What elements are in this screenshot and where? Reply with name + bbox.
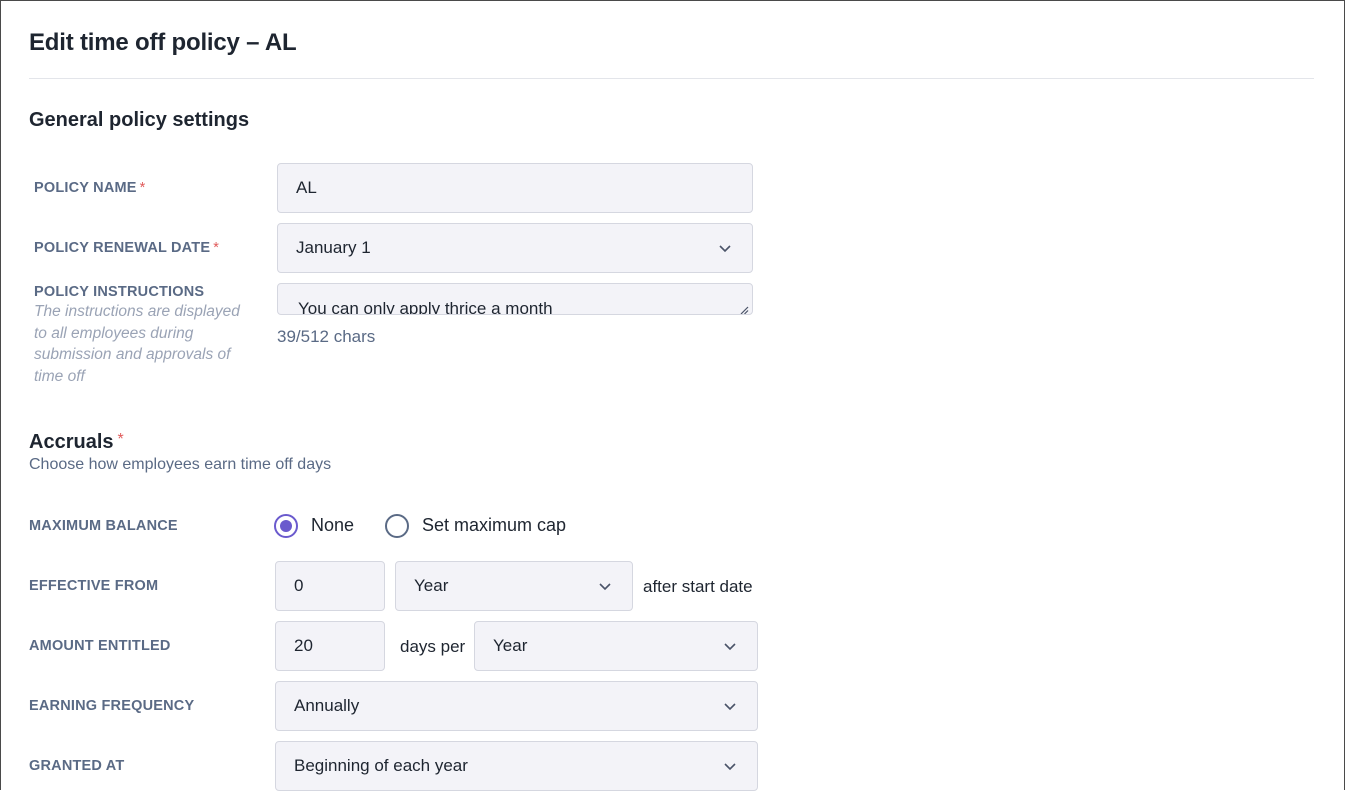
- granted-at-select[interactable]: Beginning of each year: [275, 741, 758, 791]
- amount-entitled-unit-select[interactable]: Year: [474, 621, 758, 671]
- title-divider: [29, 78, 1314, 79]
- effective-from-amount-value: 0: [294, 576, 304, 595]
- char-counter: 39/512 chars: [277, 327, 376, 346]
- chevron-down-icon: [723, 639, 737, 653]
- radio-set-maximum-cap-label[interactable]: Set maximum cap: [422, 515, 566, 536]
- radio-none-label[interactable]: None: [311, 515, 354, 536]
- granted-at-value: Beginning of each year: [294, 756, 468, 775]
- chevron-down-icon: [598, 579, 612, 593]
- amount-entitled-value: 20: [294, 636, 313, 655]
- radio-set-maximum-cap[interactable]: [385, 514, 409, 538]
- chevron-down-icon: [718, 241, 732, 255]
- effective-from-unit-select[interactable]: Year: [395, 561, 633, 611]
- earning-frequency-label: EARNING FREQUENCY: [29, 698, 195, 714]
- instructions-value: You can only apply thrice a month: [298, 299, 553, 315]
- granted-at-label: GRANTED AT: [29, 758, 125, 774]
- effective-from-suffix: after start date: [643, 577, 753, 596]
- amount-entitled-unit-value: Year: [493, 636, 528, 655]
- renewal-date-label-text: POLICY RENEWAL DATE: [34, 240, 211, 256]
- earning-frequency-select[interactable]: Annually: [275, 681, 758, 731]
- edit-policy-panel: Edit time off policy – AL General policy…: [0, 0, 1345, 791]
- accruals-heading-text: Accruals: [29, 431, 114, 453]
- policy-name-label: POLICY NAME *: [34, 180, 145, 196]
- resize-handle-icon[interactable]: [739, 302, 749, 314]
- earning-frequency-value: Annually: [294, 696, 360, 715]
- accruals-subtitle: Choose how employees earn time off days: [29, 456, 332, 473]
- amount-entitled-connector: days per: [400, 637, 466, 656]
- chevron-down-icon: [723, 699, 737, 713]
- effective-from-unit-value: Year: [414, 576, 449, 595]
- instructions-label: POLICY INSTRUCTIONS: [34, 284, 205, 300]
- required-marker: *: [139, 180, 146, 196]
- policy-name-input[interactable]: AL: [277, 163, 753, 213]
- radio-none[interactable]: [274, 514, 298, 538]
- policy-name-label-text: POLICY NAME: [34, 180, 137, 196]
- page-title: Edit time off policy – AL: [29, 29, 297, 56]
- renewal-date-value: January 1: [296, 238, 371, 257]
- renewal-date-select[interactable]: January 1: [277, 223, 753, 273]
- amount-entitled-input[interactable]: 20: [275, 621, 385, 671]
- policy-name-value: AL: [296, 178, 317, 197]
- required-marker: *: [117, 431, 124, 448]
- chevron-down-icon: [723, 759, 737, 773]
- amount-entitled-label: AMOUNT ENTITLED: [29, 638, 171, 654]
- effective-from-label: EFFECTIVE FROM: [29, 578, 159, 594]
- instructions-help-text: The instructions are displayed to all em…: [34, 303, 240, 385]
- maximum-balance-label: MAXIMUM BALANCE: [29, 518, 178, 534]
- accruals-heading: Accruals *: [29, 431, 124, 454]
- effective-from-amount-input[interactable]: 0: [275, 561, 385, 611]
- required-marker: *: [213, 240, 220, 256]
- instructions-textarea[interactable]: You can only apply thrice a month: [277, 283, 753, 315]
- renewal-date-label: POLICY RENEWAL DATE *: [34, 240, 219, 256]
- general-settings-heading: General policy settings: [29, 109, 250, 131]
